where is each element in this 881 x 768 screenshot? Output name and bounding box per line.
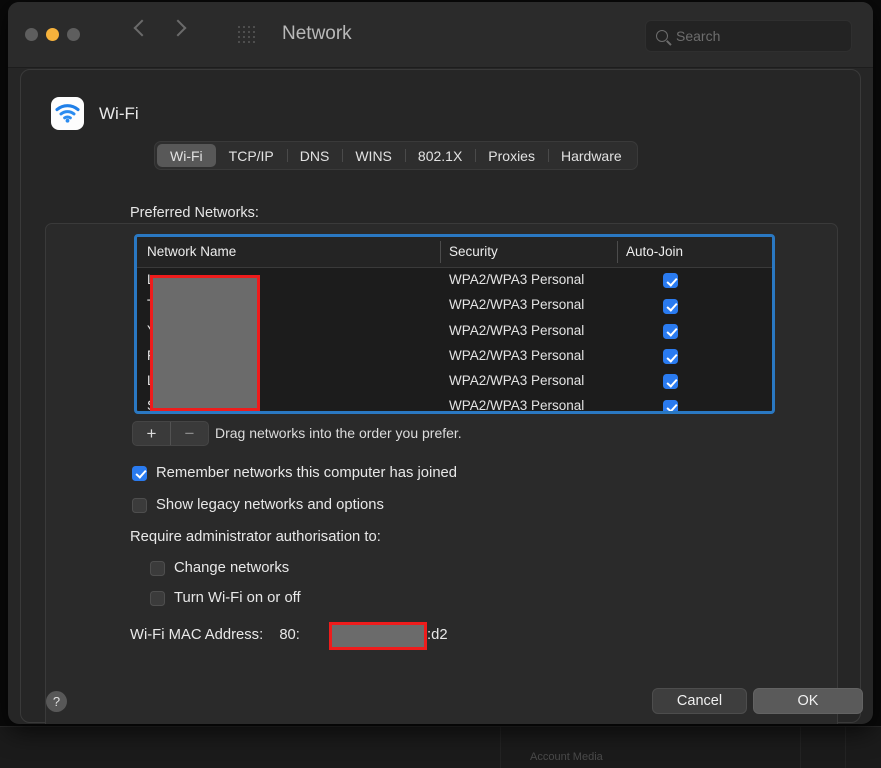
search-input[interactable]: Search — [645, 20, 852, 52]
legacy-networks-checkbox[interactable] — [132, 497, 147, 513]
window-titlebar: Network Search — [8, 2, 873, 68]
search-icon — [656, 30, 668, 42]
cell-security: WPA2/WPA3 Personal — [449, 322, 585, 338]
tab-hardware[interactable]: Hardware — [547, 144, 635, 167]
remove-network-button[interactable]: − — [171, 422, 208, 445]
tab-wins[interactable]: WINS — [342, 144, 405, 167]
change-networks-label: Change networks — [174, 560, 290, 576]
remember-networks-label: Remember networks this computer has join… — [156, 465, 458, 481]
tab-dns[interactable]: DNS — [286, 144, 343, 167]
background-window-text: Account Media — [530, 751, 603, 763]
cell-auto-join[interactable] — [663, 297, 678, 315]
tab-label: Wi-Fi — [170, 147, 203, 164]
remember-networks-checkbox[interactable] — [132, 465, 147, 481]
column-header-network-name: Network Name — [147, 244, 237, 259]
sheet-header: Wi-Fi — [51, 97, 139, 130]
auto-join-checkbox[interactable] — [663, 323, 678, 339]
tab-label: 802.1X — [417, 147, 463, 164]
network-preferences-window: Network Search Wi-Fi Wi-Fi TCP/IP DNS WI… — [8, 2, 873, 724]
auto-join-checkbox[interactable] — [663, 349, 678, 365]
page-title: Network — [282, 23, 352, 44]
wifi-icon — [51, 97, 84, 130]
toggle-wifi-option[interactable]: Turn Wi-Fi on or off — [150, 590, 301, 606]
close-button[interactable] — [25, 28, 38, 41]
traffic-lights — [25, 28, 80, 41]
cell-security: WPA2/WPA3 Personal — [449, 398, 585, 414]
grid-apps-icon[interactable] — [238, 26, 256, 44]
mac-address-row: Wi-Fi MAC Address: 80: — [130, 627, 300, 643]
redaction-box-mac-address — [329, 622, 427, 650]
toggle-wifi-label: Turn Wi-Fi on or off — [174, 590, 301, 606]
add-network-button[interactable]: + — [133, 422, 170, 445]
redaction-box-network-names — [150, 275, 260, 411]
table-header-row: Network Name Security Auto-Join — [137, 237, 772, 268]
auto-join-checkbox[interactable] — [663, 374, 678, 390]
remember-networks-option[interactable]: Remember networks this computer has join… — [132, 465, 457, 481]
back-arrow-icon[interactable] — [133, 19, 151, 37]
column-divider — [617, 241, 618, 263]
preferred-networks-label: Preferred Networks: — [130, 205, 259, 221]
bg-divider — [845, 727, 846, 768]
toggle-wifi-checkbox[interactable] — [150, 590, 165, 606]
tab-wifi[interactable]: Wi-Fi — [157, 144, 216, 167]
ok-button[interactable]: OK — [753, 688, 863, 714]
mac-address-label: Wi-Fi MAC Address: — [130, 627, 264, 643]
cell-security: WPA2/WPA3 Personal — [449, 297, 585, 313]
background-window[interactable]: Account Media — [0, 726, 881, 768]
zoom-button[interactable] — [67, 28, 80, 41]
cell-security: WPA2/WPA3 Personal — [449, 373, 585, 389]
auto-join-checkbox[interactable] — [663, 399, 678, 411]
tab-label: TCP/IP — [228, 147, 274, 164]
cell-auto-join[interactable] — [663, 373, 678, 391]
cancel-button[interactable]: Cancel — [652, 688, 747, 714]
tab-label: Proxies — [488, 147, 535, 164]
change-networks-checkbox[interactable] — [150, 560, 165, 576]
tab-label: WINS — [355, 147, 392, 164]
legacy-networks-label: Show legacy networks and options — [156, 497, 384, 513]
cell-auto-join[interactable] — [663, 272, 678, 290]
tab-8021x[interactable]: 802.1X — [404, 144, 475, 167]
bg-divider — [800, 727, 801, 768]
mac-address-prefix: 80: — [279, 627, 300, 643]
auto-join-checkbox[interactable] — [663, 298, 678, 314]
search-placeholder: Search — [676, 28, 721, 44]
cell-auto-join[interactable] — [663, 348, 678, 366]
cell-security: WPA2/WPA3 Personal — [449, 347, 585, 363]
help-button[interactable]: ? — [46, 691, 67, 712]
column-divider — [440, 241, 441, 263]
tab-tcpip[interactable]: TCP/IP — [216, 144, 287, 167]
navigation-arrows — [133, 19, 187, 37]
cell-auto-join[interactable] — [663, 398, 678, 411]
mac-address-suffix: :d2 — [427, 627, 448, 643]
require-admin-label: Require administrator authorisation to: — [130, 529, 381, 545]
column-header-security: Security — [449, 244, 498, 259]
tab-proxies[interactable]: Proxies — [475, 144, 548, 167]
cell-security: WPA2/WPA3 Personal — [449, 272, 585, 287]
column-header-auto-join: Auto-Join — [626, 244, 684, 259]
tab-label: DNS — [299, 147, 330, 164]
change-networks-option[interactable]: Change networks — [150, 560, 289, 576]
settings-tabbar: Wi-Fi TCP/IP DNS WINS 802.1X Proxies Har… — [154, 141, 638, 170]
drag-hint-text: Drag networks into the order you prefer. — [215, 425, 462, 441]
bg-divider — [500, 727, 501, 768]
legacy-networks-option[interactable]: Show legacy networks and options — [132, 497, 384, 513]
network-list-controls: + − — [132, 421, 209, 446]
auto-join-checkbox[interactable] — [663, 273, 678, 289]
cell-auto-join[interactable] — [663, 323, 678, 341]
forward-arrow-icon[interactable] — [169, 19, 187, 37]
sheet-title: Wi-Fi — [99, 103, 139, 123]
minimize-button[interactable] — [46, 28, 59, 41]
tab-label: Hardware — [560, 147, 622, 164]
